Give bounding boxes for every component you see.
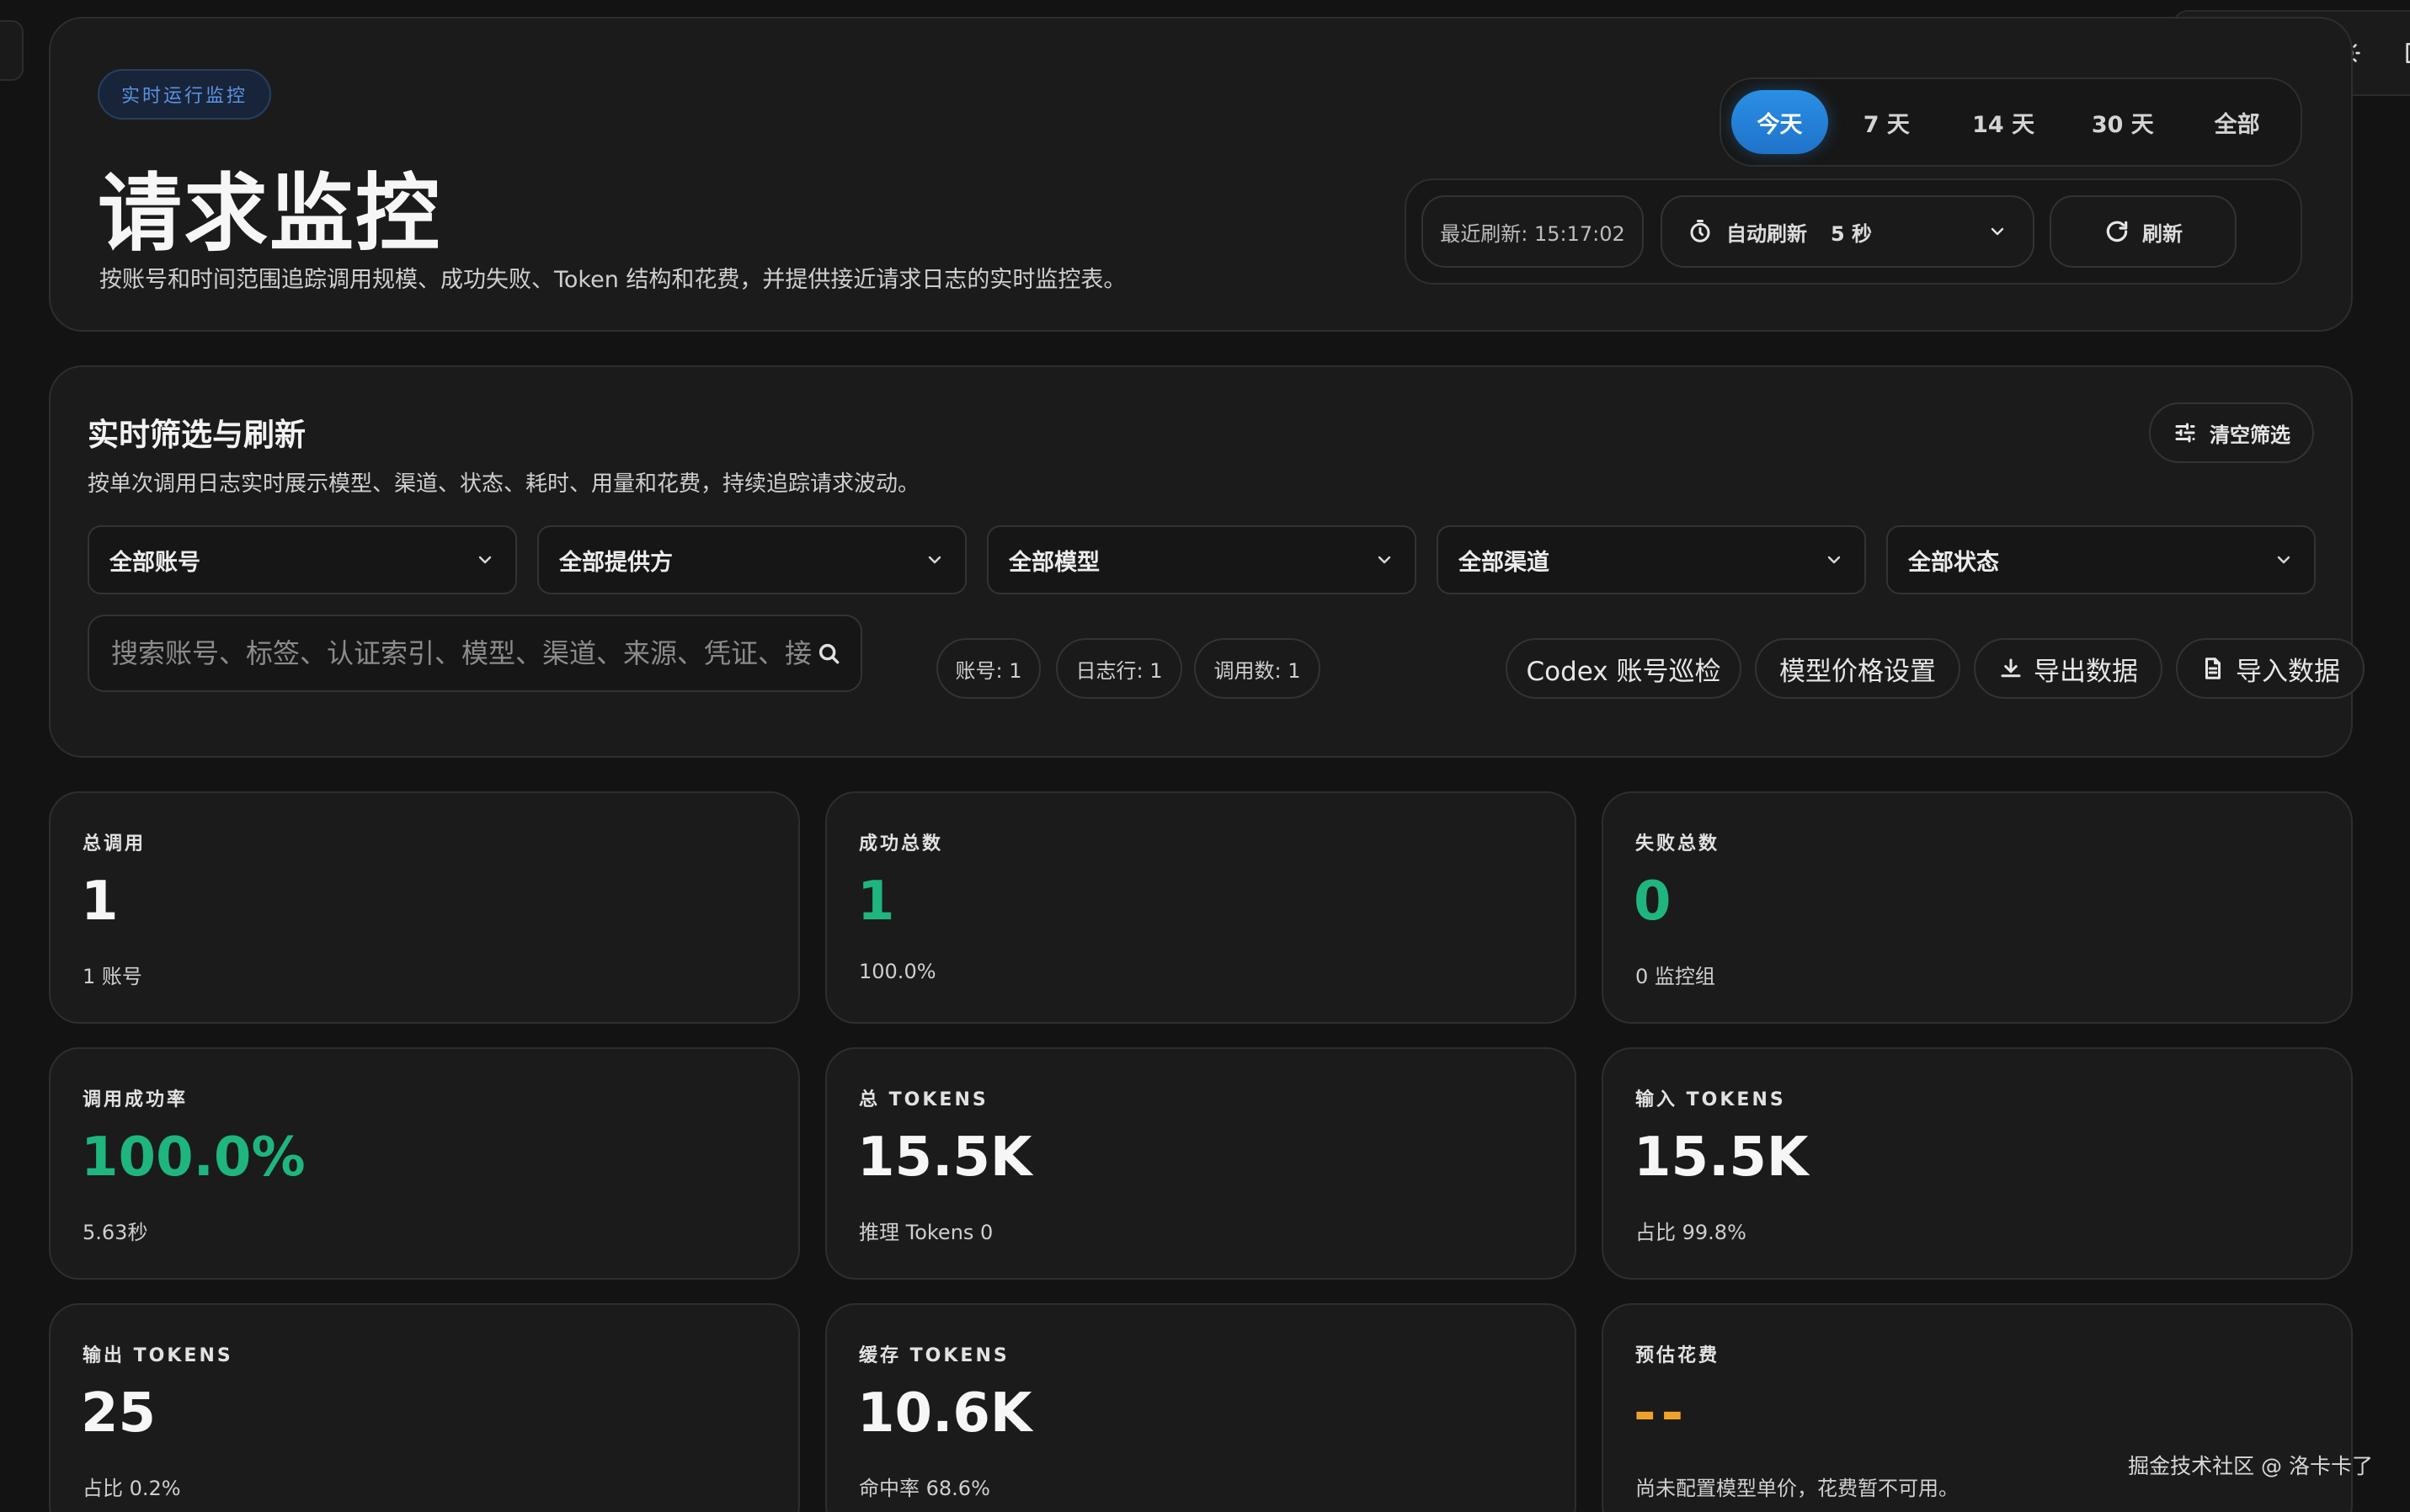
stat-calls: 调用数: 1 [1194, 638, 1320, 699]
auto-refresh-select[interactable]: 自动刷新 5 秒 [1661, 195, 2034, 268]
filters-title: 实时筛选与刷新 [88, 417, 306, 453]
channel-select-value: 全部渠道 [1458, 549, 1549, 576]
file-icon [2205, 658, 2221, 679]
chevron-down-icon [1991, 227, 2004, 236]
search-input[interactable] [111, 637, 815, 669]
stat-log-rows: 日志行: 1 [1056, 638, 1182, 699]
card-label: 调用成功率 [83, 1089, 189, 1110]
download-icon [2001, 658, 2021, 678]
card-total-tokens: 总 TOKENS 15.5K 推理 Tokens 0 [825, 1047, 1576, 1280]
request-monitor-page: 实时运行监控 请求监控 按账号和时间范围追踪调用规模、成功失败、Token 结构… [0, 0, 2410, 1512]
card-estimated-cost: 预估花费 -- 尚未配置模型单价，花费暂不可用。 [1602, 1303, 2353, 1512]
card-success-rate: 调用成功率 100.0% 5.63秒 [49, 1047, 800, 1280]
provider-select-value: 全部提供方 [559, 549, 673, 576]
model-pricing-button[interactable]: 模型价格设置 [1755, 638, 1960, 699]
account-select-value: 全部账号 [109, 549, 200, 576]
card-subtext: 占比 0.2% [83, 1477, 181, 1500]
card-label: 预估花费 [1635, 1345, 1720, 1366]
tab-14-days[interactable]: 14 天 [1945, 90, 2062, 154]
auto-refresh-value: 5 秒 [1831, 221, 1873, 246]
card-subtext: 5.63秒 [83, 1221, 148, 1244]
last-refresh-time: 最近刷新: 15:17:02 [1421, 195, 1644, 268]
watermark: 掘金技术社区 @ 洛卡卡了 [2128, 1454, 2373, 1478]
import-data-button[interactable]: 导入数据 [2176, 638, 2365, 699]
filter-selects: 全部账号 全部提供方 全部模型 全部渠道 全部状态 [88, 525, 2316, 594]
card-cache-tokens: 缓存 TOKENS 10.6K 命中率 68.6% [825, 1303, 1576, 1512]
chevron-down-icon [928, 556, 941, 564]
provider-select[interactable]: 全部提供方 [537, 525, 967, 594]
export-data-label: 导出数据 [2034, 656, 2138, 687]
tab-30-days[interactable]: 30 天 [2061, 90, 2183, 154]
card-value: 1 [857, 870, 895, 933]
card-failure-total: 失败总数 0 0 监控组 [1602, 791, 2353, 1024]
stat-accounts: 账号: 1 [936, 638, 1041, 699]
card-label: 成功总数 [859, 833, 944, 854]
refresh-button-label: 刷新 [2142, 221, 2183, 246]
card-subtext: 0 监控组 [1635, 965, 1715, 988]
card-label: 总 TOKENS [859, 1089, 989, 1110]
eyebrow-badge: 实时运行监控 [98, 69, 272, 120]
status-select-value: 全部状态 [1908, 549, 1999, 576]
card-subtext: 100.0% [859, 960, 936, 983]
refresh-controls: 最近刷新: 15:17:02 自动刷新 5 秒 刷新 [1405, 178, 2302, 285]
card-value: 100.0% [81, 1126, 306, 1189]
tab-today[interactable]: 今天 [1731, 90, 1828, 154]
model-select-value: 全部模型 [1009, 549, 1100, 576]
status-select[interactable]: 全部状态 [1886, 525, 2316, 594]
chevron-down-icon [1378, 556, 1391, 564]
card-value: 25 [81, 1382, 157, 1445]
clear-filters-label: 清空筛选 [2210, 423, 2290, 447]
card-subtext: 推理 Tokens 0 [859, 1221, 994, 1244]
card-label: 输出 TOKENS [83, 1345, 233, 1366]
card-value: -- [1634, 1382, 1689, 1445]
card-subtext: 1 账号 [83, 965, 142, 988]
card-total-calls: 总调用 1 1 账号 [49, 791, 800, 1024]
chevron-down-icon [478, 556, 492, 564]
card-label: 缓存 TOKENS [859, 1345, 1010, 1366]
tab-7-days[interactable]: 7 天 [1828, 90, 1945, 154]
tab-all[interactable]: 全部 [2183, 90, 2290, 154]
timer-icon [1690, 220, 1710, 242]
codex-inspect-button[interactable]: Codex 账号巡检 [1506, 638, 1741, 699]
page-title: 请求监控 [98, 164, 441, 263]
refresh-button[interactable]: 刷新 [2050, 195, 2237, 268]
card-subtext: 尚未配置模型单价，花费暂不可用。 [1635, 1477, 1959, 1500]
page-description: 按账号和时间范围追踪调用规模、成功失败、Token 结构和花费，并提供接近请求日… [99, 267, 1127, 293]
card-subtext: 命中率 68.6% [859, 1477, 990, 1500]
card-success-total: 成功总数 1 100.0% [825, 791, 1576, 1024]
export-data-button[interactable]: 导出数据 [1974, 638, 2162, 699]
card-input-tokens: 输入 TOKENS 15.5K 占比 99.8% [1602, 1047, 2353, 1280]
filters-panel: 实时筛选与刷新 按单次调用日志实时展示模型、渠道、状态、耗时、用量和花费，持续追… [49, 365, 2365, 758]
clear-filters-button[interactable]: 清空筛选 [2149, 402, 2314, 463]
search-box [88, 615, 862, 692]
chevron-down-icon [1827, 556, 1841, 564]
chevron-down-icon [2277, 556, 2290, 564]
card-value: 15.5K [1634, 1126, 1809, 1189]
card-label: 总调用 [83, 833, 147, 854]
auto-refresh-label: 自动刷新 [1726, 221, 1807, 246]
card-value: 15.5K [857, 1126, 1032, 1189]
search-icon[interactable] [815, 640, 842, 667]
card-value: 0 [1634, 870, 1672, 933]
card-label: 失败总数 [1635, 833, 1720, 854]
logout-icon[interactable] [2397, 33, 2410, 73]
card-subtext: 占比 99.8% [1635, 1221, 1746, 1244]
card-value: 10.6K [857, 1382, 1032, 1445]
hero-panel: 实时运行监控 请求监控 按账号和时间范围追踪调用规模、成功失败、Token 结构… [49, 17, 2353, 332]
card-value: 1 [81, 870, 119, 933]
import-data-label: 导入数据 [2236, 656, 2340, 687]
time-range-tabs: 今天 7 天 14 天 30 天 全部 [1720, 77, 2302, 167]
model-select[interactable]: 全部模型 [987, 525, 1416, 594]
filters-description: 按单次调用日志实时展示模型、渠道、状态、耗时、用量和花费，持续追踪请求波动。 [88, 471, 920, 497]
account-select[interactable]: 全部账号 [88, 525, 517, 594]
card-label: 输入 TOKENS [1635, 1089, 1786, 1110]
refresh-icon [2106, 221, 2128, 242]
channel-select[interactable]: 全部渠道 [1437, 525, 1866, 594]
card-output-tokens: 输出 TOKENS 25 占比 0.2% [49, 1303, 800, 1512]
sliders-icon [2175, 423, 2195, 443]
sidebar-edge-tab[interactable] [0, 20, 24, 81]
